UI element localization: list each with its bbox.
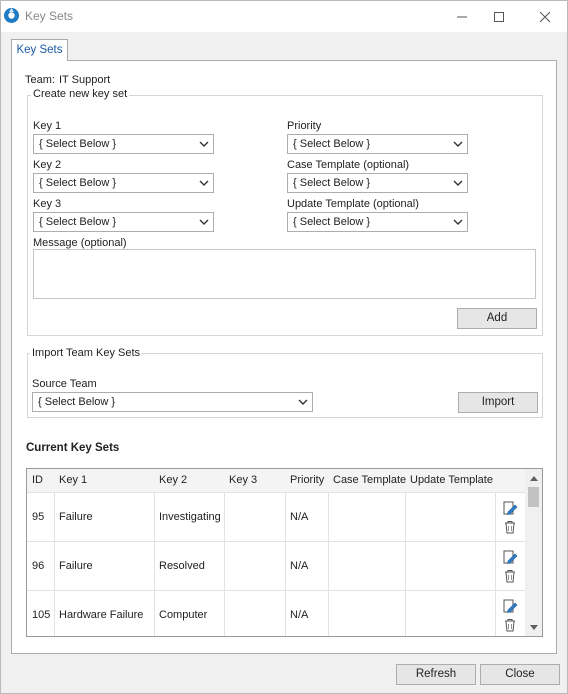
chevron-down-icon bbox=[298, 399, 308, 405]
refresh-button[interactable]: Refresh bbox=[396, 664, 476, 685]
add-button[interactable]: Add bbox=[457, 308, 537, 329]
key3-select[interactable]: { Select Below } bbox=[33, 212, 214, 232]
source-team-select[interactable]: { Select Below } bbox=[32, 392, 313, 412]
chevron-down-icon bbox=[199, 180, 209, 186]
grid-header: ID Key 1 Key 2 Key 3 Priority Case Templ… bbox=[27, 469, 525, 493]
cell-priority: N/A bbox=[290, 609, 309, 621]
cell-id: 105 bbox=[32, 609, 51, 621]
maximize-icon bbox=[494, 11, 504, 22]
chevron-down-icon bbox=[453, 141, 463, 147]
team-label: Team: bbox=[25, 74, 55, 86]
key-sets-grid: ID Key 1 Key 2 Key 3 Priority Case Templ… bbox=[26, 468, 543, 637]
column-header-case-template[interactable]: Case Template bbox=[333, 474, 406, 486]
close-icon bbox=[539, 11, 551, 22]
title-bar: Key Sets bbox=[1, 1, 567, 32]
key1-select-value: { Select Below } bbox=[39, 138, 117, 150]
key3-select-value: { Select Below } bbox=[39, 216, 117, 228]
maximize-button[interactable] bbox=[476, 1, 522, 32]
key-sets-window: Key Sets Key Sets Team: IT Support Creat… bbox=[0, 0, 568, 694]
case-template-label: Case Template (optional) bbox=[287, 159, 410, 171]
case-template-select[interactable]: { Select Below } bbox=[287, 173, 468, 193]
chevron-down-icon bbox=[199, 141, 209, 147]
update-template-select-value: { Select Below } bbox=[293, 216, 371, 228]
key1-label: Key 1 bbox=[33, 120, 62, 132]
source-team-select-value: { Select Below } bbox=[38, 396, 116, 408]
cell-id: 95 bbox=[32, 511, 45, 523]
cell-key2: Investigating bbox=[159, 511, 221, 523]
priority-select-value: { Select Below } bbox=[293, 138, 371, 150]
message-textarea[interactable] bbox=[33, 249, 536, 299]
window-title: Key Sets bbox=[25, 9, 74, 23]
close-window-button[interactable] bbox=[522, 1, 568, 32]
table-row[interactable]: 95 Failure Investigating N/A bbox=[27, 493, 525, 542]
grid-vertical-scrollbar[interactable] bbox=[525, 469, 542, 636]
chevron-down-icon bbox=[453, 180, 463, 186]
key2-label: Key 2 bbox=[33, 159, 62, 171]
column-header-update-template[interactable]: Update Template bbox=[410, 474, 493, 486]
import-button[interactable]: Import bbox=[458, 392, 538, 413]
table-row[interactable]: 105 Hardware Failure Computer N/A bbox=[27, 591, 525, 636]
cell-key2: Computer bbox=[159, 609, 208, 621]
close-button[interactable]: Close bbox=[480, 664, 560, 685]
priority-label: Priority bbox=[287, 120, 322, 132]
chevron-down-icon bbox=[453, 219, 463, 225]
trash-icon[interactable] bbox=[502, 617, 518, 633]
priority-select[interactable]: { Select Below } bbox=[287, 134, 468, 154]
team-value: IT Support bbox=[59, 74, 111, 86]
scroll-down-button[interactable] bbox=[525, 621, 542, 635]
edit-pencil-icon[interactable] bbox=[502, 500, 518, 516]
import-group-title: Import Team Key Sets bbox=[30, 347, 143, 359]
column-header-key1[interactable]: Key 1 bbox=[59, 474, 87, 486]
caret-up-icon bbox=[529, 476, 538, 481]
update-template-label: Update Template (optional) bbox=[287, 198, 419, 210]
trash-icon[interactable] bbox=[502, 568, 518, 584]
caret-down-icon bbox=[529, 625, 538, 630]
column-header-key3[interactable]: Key 3 bbox=[229, 474, 257, 486]
key2-select-value: { Select Below } bbox=[39, 177, 117, 189]
cell-key2: Resolved bbox=[159, 560, 205, 572]
message-label: Message (optional) bbox=[33, 237, 127, 249]
table-row[interactable]: 96 Failure Resolved N/A bbox=[27, 542, 525, 591]
app-logo-icon bbox=[4, 8, 19, 23]
minimize-icon bbox=[457, 16, 467, 17]
edit-pencil-icon[interactable] bbox=[502, 549, 518, 565]
scroll-thumb[interactable] bbox=[528, 487, 539, 507]
case-template-select-value: { Select Below } bbox=[293, 177, 371, 189]
column-header-priority[interactable]: Priority bbox=[290, 474, 324, 486]
update-template-select[interactable]: { Select Below } bbox=[287, 212, 468, 232]
current-key-sets-title: Current Key Sets bbox=[26, 442, 120, 454]
cell-id: 96 bbox=[32, 560, 45, 572]
cell-key1: Failure bbox=[59, 560, 93, 572]
chevron-down-icon bbox=[199, 219, 209, 225]
trash-icon[interactable] bbox=[502, 519, 518, 535]
key1-select[interactable]: { Select Below } bbox=[33, 134, 214, 154]
edit-pencil-icon[interactable] bbox=[502, 598, 518, 614]
cell-key1: Hardware Failure bbox=[59, 609, 144, 621]
cell-priority: N/A bbox=[290, 511, 309, 523]
scroll-up-button[interactable] bbox=[525, 471, 542, 485]
source-team-label: Source Team bbox=[32, 378, 97, 390]
tab-key-sets[interactable]: Key Sets bbox=[11, 39, 68, 61]
key3-label: Key 3 bbox=[33, 198, 62, 210]
create-group-title: Create new key set bbox=[31, 88, 130, 100]
cell-key1: Failure bbox=[59, 511, 93, 523]
cell-priority: N/A bbox=[290, 560, 309, 572]
key2-select[interactable]: { Select Below } bbox=[33, 173, 214, 193]
column-header-id[interactable]: ID bbox=[32, 474, 43, 486]
column-header-key2[interactable]: Key 2 bbox=[159, 474, 187, 486]
